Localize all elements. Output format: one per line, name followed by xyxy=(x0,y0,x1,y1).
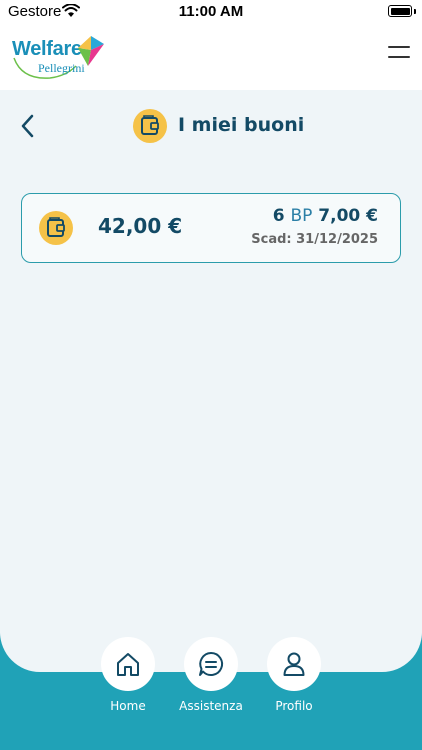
nav-home-circle xyxy=(101,637,155,691)
battery-tip xyxy=(414,9,416,14)
hamburger-menu-button[interactable] xyxy=(388,46,410,62)
voucher-expiry: Scad: 31/12/2025 xyxy=(251,232,378,247)
nav-profilo-label: Profilo xyxy=(275,699,313,713)
kite-icon xyxy=(78,36,104,66)
home-icon xyxy=(117,653,139,676)
nav-assistenza-label: Assistenza xyxy=(179,699,243,713)
wallet-icon xyxy=(133,109,167,143)
nav-home[interactable]: Home xyxy=(93,637,163,713)
voucher-total: 42,00 € xyxy=(98,214,183,238)
welfare-logo[interactable]: Welfare Pellegrini xyxy=(10,34,105,82)
status-bar: Gestore 11:00 AM xyxy=(0,0,422,24)
voucher-unit: BP xyxy=(290,206,313,226)
nav-assistenza-circle xyxy=(184,637,238,691)
voucher-breakdown: 6 BP 7,00 € xyxy=(273,206,378,226)
nav-home-label: Home xyxy=(110,699,146,713)
page-title: I miei buoni xyxy=(178,114,305,136)
app-header: Welfare Pellegrini xyxy=(0,24,422,90)
nav-profilo[interactable]: Profilo xyxy=(259,637,329,713)
voucher-card[interactable]: 42,00 € 6 BP 7,00 € Scad: 31/12/2025 xyxy=(21,193,401,263)
status-time: 11:00 AM xyxy=(178,3,244,20)
nav-profilo-circle xyxy=(267,637,321,691)
chat-bubble-icon xyxy=(199,651,224,676)
battery-icon xyxy=(388,5,412,17)
back-arrow-icon[interactable] xyxy=(16,112,40,140)
voucher-count: 6 xyxy=(272,206,285,226)
nav-assistenza[interactable]: Assistenza xyxy=(176,637,246,713)
voucher-unit-value: 7,00 € xyxy=(318,206,378,226)
user-icon xyxy=(283,652,305,676)
main-content: I miei buoni 42,00 € 6 BP 7,00 € Scad: 3… xyxy=(0,90,422,660)
wallet-icon xyxy=(39,211,73,245)
